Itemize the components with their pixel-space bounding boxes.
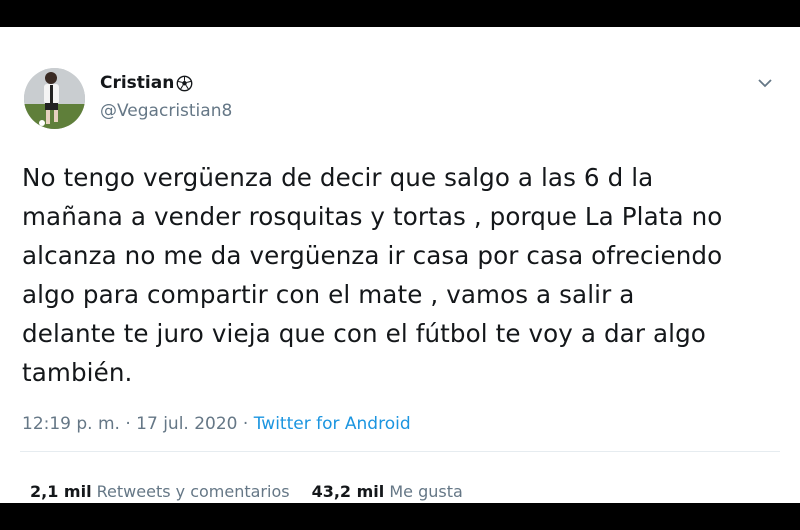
user-name: Cristian xyxy=(100,73,175,93)
retweets-label: Retweets y comentarios xyxy=(96,482,290,501)
tweet-timestamp[interactable]: 12:19 p. m. · 17 jul. 2020 · xyxy=(22,414,254,434)
tweet-meta: 12:19 p. m. · 17 jul. 2020 · Twitter for… xyxy=(22,414,411,434)
tweet-source-link[interactable]: Twitter for Android xyxy=(254,414,411,434)
soccer-ball-icon xyxy=(176,75,193,91)
likes-label: Me gusta xyxy=(389,482,463,501)
tweet-text: No tengo vergüenza de decir que salgo a … xyxy=(22,163,723,387)
avatar[interactable] xyxy=(24,68,85,129)
chevron-down-icon[interactable] xyxy=(757,77,773,89)
retweets-stat[interactable]: 2,1 mil Retweets y comentarios xyxy=(30,482,290,501)
tweet-card: Cristian @Vegacristian8 No tengo vergüen… xyxy=(0,27,800,503)
tweet-stats: 2,1 mil Retweets y comentarios 43,2 mil … xyxy=(30,482,463,501)
user-display-name[interactable]: Cristian xyxy=(100,73,193,93)
user-handle[interactable]: @Vegacristian8 xyxy=(100,101,232,121)
likes-stat[interactable]: 43,2 mil Me gusta xyxy=(312,482,463,501)
divider xyxy=(20,451,780,452)
avatar-photo xyxy=(24,68,85,129)
likes-count: 43,2 mil xyxy=(311,482,385,501)
retweets-count: 2,1 mil xyxy=(30,482,92,501)
